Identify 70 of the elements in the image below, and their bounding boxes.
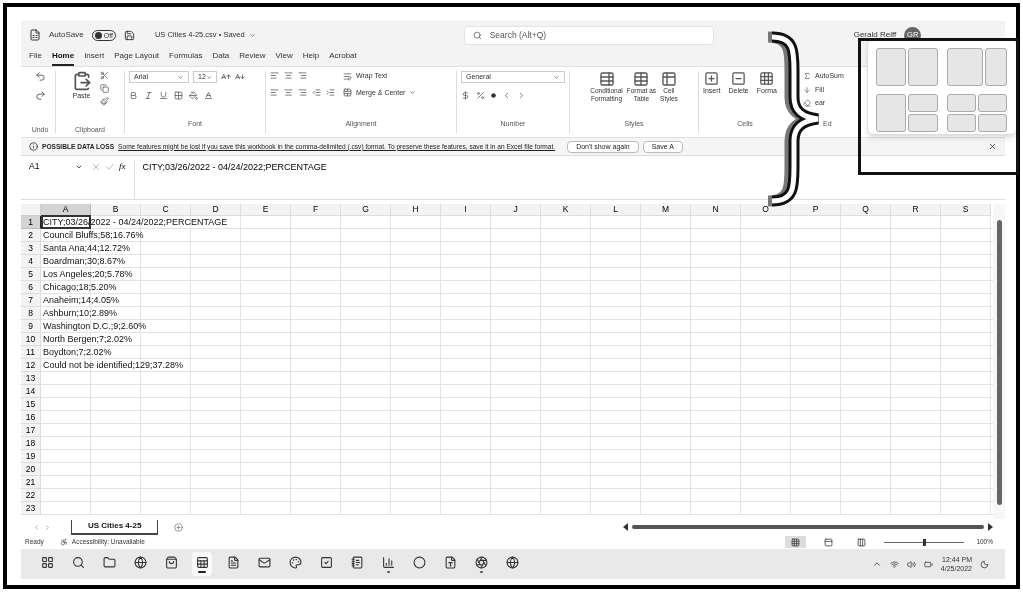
row-header[interactable]: 7 <box>21 294 41 307</box>
column-header[interactable]: E <box>241 204 291 216</box>
row-header[interactable]: 17 <box>21 424 41 437</box>
column-header[interactable]: H <box>391 204 441 216</box>
cell-text: North Bergen;7;2.02% <box>43 333 133 345</box>
row-header[interactable]: 12 <box>21 359 41 372</box>
ribbon-tab[interactable]: File <box>29 50 42 66</box>
column-header[interactable]: L <box>591 204 641 216</box>
autosave-label: AutoSave <box>49 29 84 41</box>
cell-text: Chicago;18;5.20% <box>43 281 117 293</box>
row-header[interactable]: 14 <box>21 385 41 398</box>
row-header[interactable]: 22 <box>21 489 41 502</box>
row-header[interactable]: 6 <box>21 281 41 294</box>
column-header[interactable]: S <box>941 204 991 216</box>
column-header[interactable]: N <box>691 204 741 216</box>
cell-text: Boardman;30;8.67% <box>43 255 126 267</box>
row-header[interactable]: 18 <box>21 437 41 450</box>
column-header[interactable]: P <box>791 204 841 216</box>
cell-text: Council Bluffs;58;16.76% <box>43 229 144 241</box>
row-header[interactable]: 9 <box>21 320 41 333</box>
row-header[interactable]: 2 <box>21 229 41 242</box>
row-header[interactable]: 21 <box>21 476 41 489</box>
cell-text: Washington D.C.;9;2.60% <box>43 320 147 332</box>
row-header[interactable]: 15 <box>21 398 41 411</box>
column-header[interactable]: M <box>641 204 691 216</box>
ribbon-tab[interactable]: Insert <box>84 50 105 66</box>
row-header[interactable]: 8 <box>21 307 41 320</box>
ribbon-tab[interactable]: View <box>275 50 293 66</box>
column-header[interactable]: J <box>491 204 541 216</box>
search-field[interactable]: Search (Alt+Q) <box>463 25 714 45</box>
sheet-tab[interactable]: US Cities 4-25 <box>71 519 159 535</box>
row-header[interactable]: 5 <box>21 268 41 281</box>
column-header[interactable]: Q <box>841 204 891 216</box>
row-header[interactable]: 1 <box>21 216 41 229</box>
row-header[interactable]: 16 <box>21 411 41 424</box>
column-header[interactable]: I <box>441 204 491 216</box>
cell-text: Santa Ana;44;12.72% <box>43 242 131 254</box>
row-header[interactable]: 20 <box>21 463 41 476</box>
ribbon-tab[interactable]: Page Layout <box>114 50 160 66</box>
row-header[interactable]: 11 <box>21 346 41 359</box>
cell-text: Ashburn;10;2.89% <box>43 307 118 319</box>
row-header[interactable]: 3 <box>21 242 41 255</box>
row-header[interactable]: 23 <box>21 502 41 515</box>
name-box[interactable]: A1 <box>25 160 87 173</box>
column-header[interactable]: R <box>891 204 941 216</box>
row-header[interactable]: 10 <box>21 333 41 346</box>
user-name: Gerald Reiff <box>853 29 897 41</box>
column-header[interactable]: B <box>91 204 141 216</box>
cell-text: Boydton;7;2.02% <box>43 346 112 358</box>
search-placeholder: Search (Alt+Q) <box>489 28 547 42</box>
column-header[interactable]: C <box>141 204 191 216</box>
column-header[interactable]: D <box>191 204 241 216</box>
column-header[interactable]: A <box>41 204 91 216</box>
row-header[interactable]: 13 <box>21 372 41 385</box>
row-header[interactable]: 19 <box>21 450 41 463</box>
ribbon-tab[interactable]: Formulas <box>169 50 203 66</box>
ribbon-tab[interactable]: Review <box>239 50 266 66</box>
ribbon-tab[interactable]: Data <box>212 50 230 66</box>
cell-text: Los Angeles;20;5.78% <box>43 268 133 280</box>
column-header[interactable]: F <box>291 204 341 216</box>
column-header[interactable]: O <box>741 204 791 216</box>
formula-field[interactable]: CITY;03/26/2022 - 04/24/2022;PERCENTAGE <box>133 160 1001 200</box>
cell-text: Anaheim;14;4.05% <box>43 294 120 306</box>
ribbon-tab[interactable]: Acrobat <box>329 50 357 66</box>
function-label[interactable]: fx <box>119 160 126 174</box>
column-header[interactable]: K <box>541 204 591 216</box>
cell-text: Could not be identified;129;37.28% <box>43 359 184 371</box>
ribbon-tab[interactable]: Help <box>302 50 320 66</box>
column-header[interactable]: G <box>341 204 391 216</box>
row-header[interactable]: 4 <box>21 255 41 268</box>
